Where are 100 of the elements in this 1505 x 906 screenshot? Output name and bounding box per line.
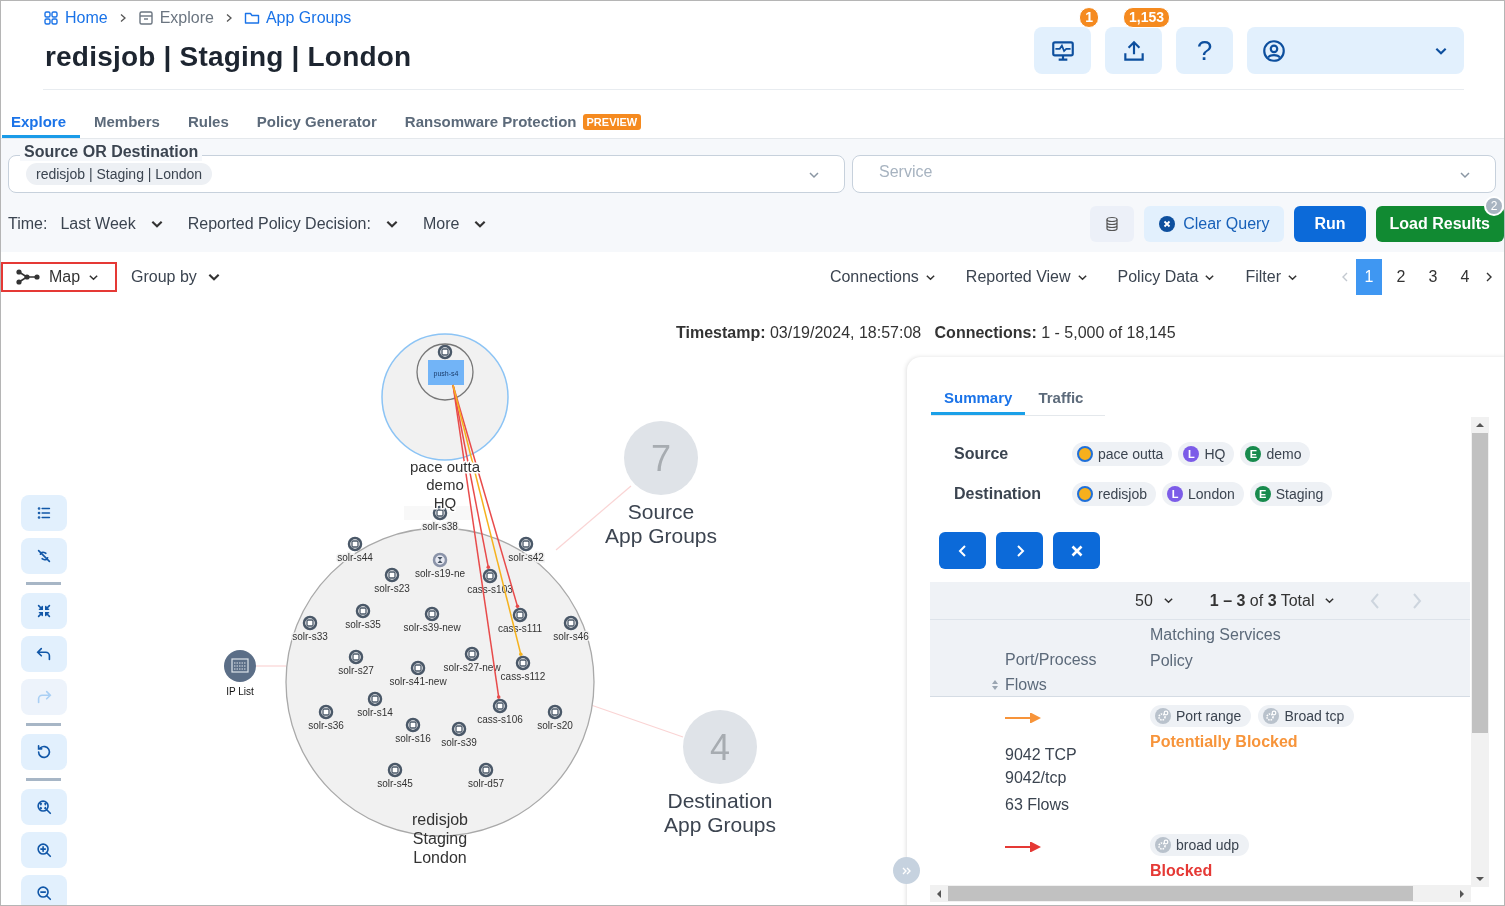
- count-badge: 1: [1079, 7, 1099, 28]
- help-button[interactable]: ?: [1176, 27, 1233, 74]
- workload-node-icon[interactable]: [492, 698, 508, 714]
- group-label: App Groups: [663, 813, 777, 836]
- policy-decision-dropdown[interactable]: Reported Policy Decision:: [187, 215, 399, 233]
- service-chip[interactable]: Broad tcp: [1258, 705, 1355, 727]
- app-group-count-node[interactable]: [624, 421, 698, 495]
- service-chip[interactable]: broad udp: [1150, 834, 1250, 856]
- database-icon: [1104, 216, 1121, 232]
- query-chip[interactable]: redisjob | Staging | London: [26, 163, 213, 185]
- service-chip[interactable]: Port range: [1150, 705, 1252, 727]
- workload-node-icon[interactable]: [355, 603, 371, 619]
- caret-icon: [1459, 169, 1471, 181]
- close-button[interactable]: [1053, 532, 1100, 569]
- menu-dropdown[interactable]: Filter: [1245, 268, 1298, 286]
- clear-query-button[interactable]: Clear Query: [1144, 206, 1285, 242]
- hourglass-node-icon[interactable]: [432, 552, 448, 568]
- page-button[interactable]: 3: [1420, 259, 1446, 295]
- workload-node-icon[interactable]: [478, 762, 494, 778]
- unlink-button[interactable]: [21, 538, 67, 574]
- panel-tab[interactable]: Traffic: [1025, 383, 1097, 415]
- workload-node-icon[interactable]: [318, 704, 334, 720]
- horizontal-scrollbar[interactable]: [930, 885, 1471, 902]
- breadcrumb-link[interactable]: App Groups: [243, 9, 352, 27]
- zoom-out-icon: [35, 884, 53, 902]
- tab[interactable]: Rules: [178, 113, 243, 138]
- range-dropdown[interactable]: 1 – 3 of 3 Total: [1209, 591, 1336, 610]
- gear-icon: [1155, 837, 1171, 853]
- more-dropdown[interactable]: More: [422, 215, 488, 233]
- zoom-in-button[interactable]: [21, 832, 67, 868]
- monitor-button[interactable]: [1034, 27, 1091, 74]
- list-button[interactable]: [21, 495, 67, 531]
- node-label: solr-d57: [467, 778, 505, 789]
- ip-list-node-icon[interactable]: [224, 650, 256, 682]
- workload-node-icon[interactable]: [482, 568, 498, 584]
- workload-node-icon[interactable]: [367, 691, 383, 707]
- next-page-icon[interactable]: [1484, 271, 1494, 283]
- time-dropdown[interactable]: Last Week: [60, 215, 164, 233]
- run-button[interactable]: Run: [1294, 206, 1366, 242]
- page-size-dropdown[interactable]: 50: [1135, 591, 1174, 610]
- previous-button[interactable]: [939, 532, 986, 569]
- gear-icon: [1155, 708, 1171, 724]
- workload-node-icon[interactable]: [405, 717, 421, 733]
- page-button[interactable]: 4: [1452, 259, 1478, 295]
- workload-node-icon[interactable]: [563, 615, 579, 631]
- page-title: redisjob | Staging | London: [45, 41, 412, 73]
- scroll-up-icon[interactable]: [1475, 422, 1485, 428]
- menu-dropdown[interactable]: Policy Data: [1117, 268, 1216, 286]
- column-header: Policy: [1150, 651, 1194, 671]
- workload-node-icon[interactable]: [512, 607, 528, 623]
- label-chip: L HQ: [1178, 442, 1235, 466]
- time-label: Time:: [8, 215, 48, 233]
- workload-node-icon[interactable]: [515, 655, 531, 671]
- tab[interactable]: Members: [85, 113, 174, 138]
- upload-button[interactable]: [1105, 27, 1162, 74]
- menu-dropdown[interactable]: Reported View: [965, 268, 1088, 286]
- app-group-count-node[interactable]: [683, 710, 757, 784]
- next-button[interactable]: [996, 532, 1043, 569]
- scroll-down-icon[interactable]: [1475, 876, 1485, 882]
- workload-node-icon[interactable]: [387, 762, 403, 778]
- panel-tab[interactable]: Summary: [931, 383, 1026, 415]
- node-label: cass-s112: [500, 671, 546, 682]
- tab[interactable]: Ransomware Protection PREVIEW: [395, 113, 656, 138]
- list-icon: [35, 504, 53, 522]
- group-by-dropdown[interactable]: Group by: [131, 268, 221, 286]
- undo-button[interactable]: [21, 636, 67, 672]
- map-view-dropdown[interactable]: Map: [1, 262, 117, 292]
- workload-node-icon[interactable]: [410, 660, 426, 676]
- column-header[interactable]: Flows: [991, 675, 1150, 695]
- node-label: solr-s39-new: [403, 622, 461, 633]
- node-label: solr-s23: [374, 583, 410, 594]
- workload-node-icon[interactable]: [347, 536, 363, 552]
- database-button[interactable]: [1090, 206, 1135, 242]
- group-count: 4: [710, 727, 730, 768]
- table-cell-text: 9042/tcp: [1005, 768, 1068, 788]
- collapse-button[interactable]: [21, 593, 67, 629]
- workload-node-icon[interactable]: [424, 606, 440, 622]
- workload-node-icon[interactable]: [302, 615, 318, 631]
- workload-node-icon[interactable]: [384, 567, 400, 583]
- zoom-out-button[interactable]: [21, 875, 67, 905]
- workload-node-icon[interactable]: [451, 721, 467, 737]
- workload-node-icon[interactable]: [547, 704, 563, 720]
- breadcrumb-link[interactable]: Explore: [137, 9, 214, 27]
- reset-button[interactable]: [21, 734, 67, 770]
- source-group-circle[interactable]: [381, 333, 509, 461]
- zoom-fit-button[interactable]: [21, 789, 67, 825]
- scroll-right-icon[interactable]: [1459, 888, 1465, 899]
- workload-node-icon[interactable]: [464, 646, 480, 662]
- tab[interactable]: Policy Generator: [247, 113, 391, 138]
- scroll-left-icon[interactable]: [936, 888, 942, 899]
- destination-label: Destination: [953, 485, 1043, 503]
- user-menu-button[interactable]: [1247, 27, 1464, 74]
- group-label: App Groups: [604, 524, 718, 547]
- workload-node-icon[interactable]: [348, 649, 364, 665]
- page-button[interactable]: 2: [1388, 259, 1414, 295]
- node-label: solr-s46: [553, 631, 589, 642]
- vertical-scrollbar[interactable]: [1471, 417, 1489, 887]
- workload-node-icon[interactable]: [518, 536, 534, 552]
- menu-dropdown[interactable]: Connections: [829, 268, 936, 286]
- breadcrumb-link[interactable]: Home: [43, 9, 108, 27]
